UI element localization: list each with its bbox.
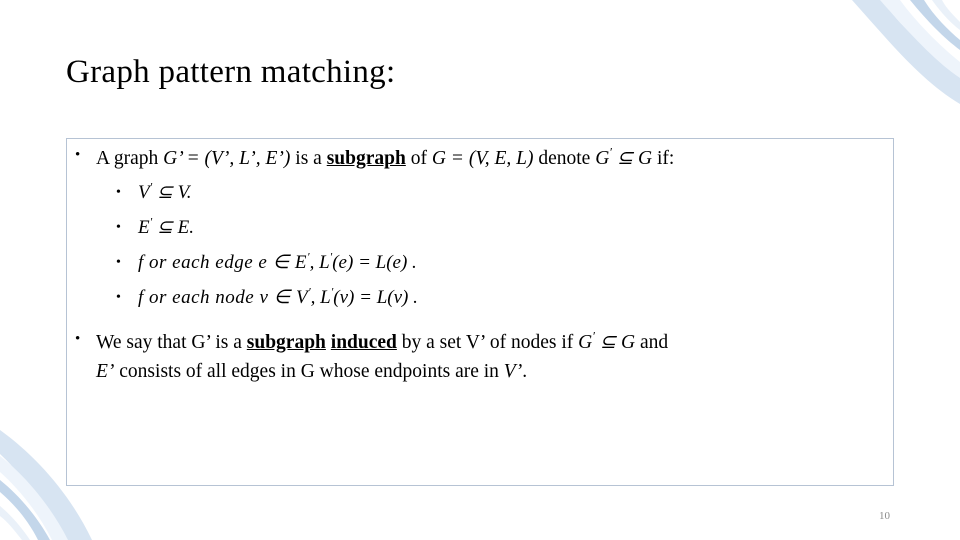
list-item: • f or each edge e ∈ E′, L′(e) = L(e) . [66,245,896,280]
math-segment: f or each node v ∈ V [138,287,309,309]
math-segment: ⊆ G [611,147,653,169]
bullet-marker: • [116,219,121,235]
math-segment: E’ [96,361,115,383]
math-segment: ⊆ G [594,331,636,353]
math-segment: V’ [503,361,523,383]
page-title: Graph pattern matching: [66,54,396,90]
text-segment: A graph [96,147,164,169]
page-number: 10 [879,510,890,522]
math-segment: G [578,331,593,353]
math-segment: G [595,147,610,169]
math-segment: (e) = L(e) . [332,252,417,274]
list-item-text: f or each edge e ∈ E′, L′(e) = L(e) . [138,251,417,274]
math-segment: (v) = L(v) . [333,287,418,309]
bullet-marker: • [116,184,121,200]
math-segment: G = (V, E, L) [431,147,534,169]
bullet-marker: • [116,255,121,271]
text-segment: of [405,147,432,169]
slide: Graph pattern matching: • A graph G’ = (… [0,0,960,540]
list-item-text: f or each node v ∈ V′, L′(v) = L(v) . [138,286,418,309]
list-item-text: We say that G’ is a subgraph induced by … [96,329,669,383]
list-item: • A graph G’ = (V’, L’, E’) is a subgrap… [66,143,896,173]
text-segment: and [635,331,669,353]
list-item: • V′ ⊆ V. [66,175,896,210]
math-segment: ⊆ E. [152,216,194,238]
math-segment: , L [310,287,331,309]
bullet-marker: • [75,331,81,348]
list-item: • We say that G’ is a subgraph induced b… [66,327,896,386]
text-segment: is a [290,147,327,169]
list-item: • f or each node v ∈ V′, L′(v) = L(v) . [66,280,896,315]
text-segment: We say that G’ is a [96,331,247,353]
text-segment: if: [652,147,675,169]
math-segment: V [138,181,150,203]
bullet-list: • A graph G’ = (V’, L’, E’) is a subgrap… [66,143,896,388]
math-segment: , L [309,252,330,274]
keyword-subgraph: subgraph [326,147,406,169]
keyword-induced: induced [330,331,397,353]
list-item: • E′ ⊆ E. [66,210,896,245]
list-item-text: A graph G’ = (V’, L’, E’) is a subgraph … [96,145,675,169]
text-segment: . [522,361,528,383]
keyword-subgraph: subgraph [246,331,326,353]
text-segment: denote [533,147,596,169]
decorative-swoosh-top-right [852,0,960,104]
bullet-marker: • [75,147,81,163]
math-segment: ⊆ V. [152,181,192,203]
math-segment: f or each edge e ∈ E [138,252,307,274]
text-segment: by a set V’ of nodes if [396,331,579,353]
bullet-marker: • [116,290,121,306]
list-item-text: E′ ⊆ E. [138,216,194,238]
math-segment: G’ = (V’, L’, E’) [163,147,291,169]
list-item-text: V′ ⊆ V. [138,180,192,203]
text-segment: consists of all edges in G whose endpoin… [114,361,504,383]
math-segment: E [138,216,150,238]
